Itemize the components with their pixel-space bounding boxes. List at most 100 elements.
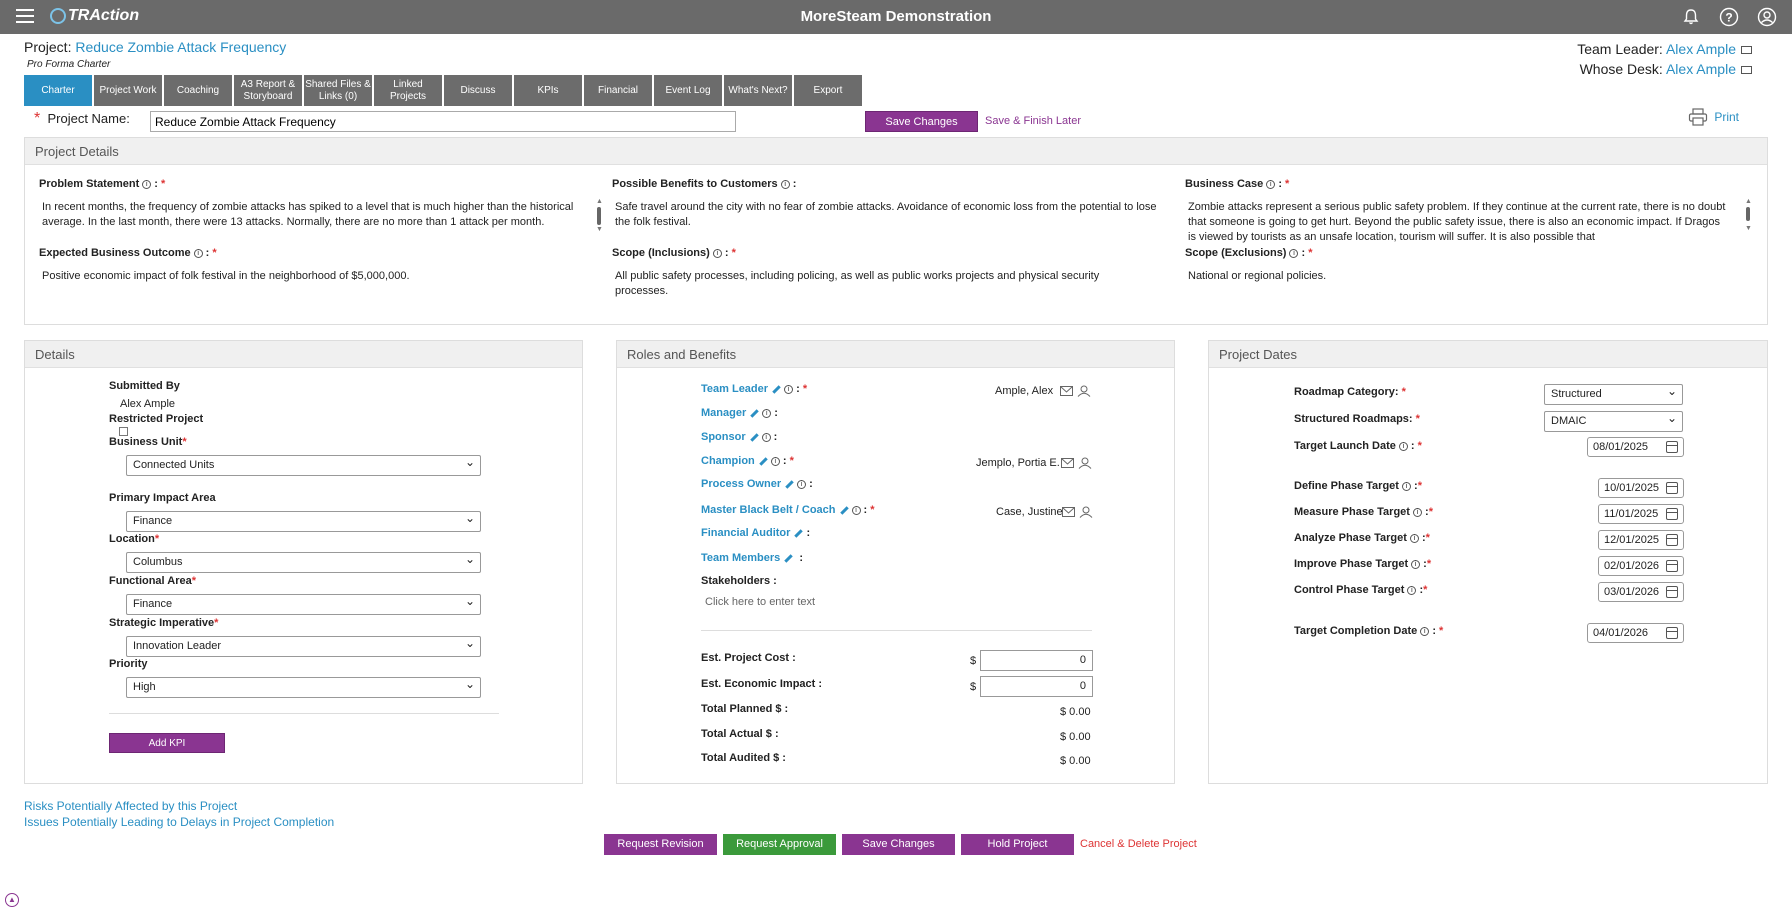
- user-account-icon[interactable]: [1756, 6, 1778, 28]
- structured-roadmaps-select[interactable]: DMAIC: [1544, 411, 1683, 432]
- info-icon[interactable]: i: [1266, 179, 1276, 189]
- pencil-icon[interactable]: [839, 505, 849, 515]
- measure-phase-date[interactable]: 11/01/2025: [1598, 504, 1684, 524]
- priority-select[interactable]: High: [126, 677, 481, 698]
- request-revision-button[interactable]: Request Revision: [604, 834, 717, 855]
- expected-outcome-text[interactable]: Positive economic impact of folk festiva…: [42, 269, 582, 284]
- tab-discuss[interactable]: Discuss: [444, 75, 512, 106]
- calendar-icon[interactable]: [1666, 586, 1678, 598]
- tab-project-work[interactable]: Project Work: [94, 75, 162, 106]
- pencil-icon[interactable]: [750, 408, 759, 418]
- calendar-icon[interactable]: [1666, 508, 1678, 520]
- pencil-icon[interactable]: [759, 456, 768, 466]
- team-members-role[interactable]: Team Members :: [701, 552, 803, 564]
- improve-phase-date[interactable]: 02/01/2026: [1598, 556, 1684, 576]
- info-icon[interactable]: i: [1412, 507, 1422, 517]
- contact-icons[interactable]: [1062, 506, 1094, 518]
- location-select[interactable]: Columbus: [126, 552, 481, 573]
- tab-shared-files[interactable]: Shared Files & Links (0): [304, 75, 372, 106]
- calendar-icon[interactable]: [1666, 627, 1678, 639]
- info-icon[interactable]: i: [1398, 441, 1408, 451]
- info-icon[interactable]: i: [851, 505, 861, 515]
- mbb-coach-role[interactable]: Master Black Belt / Coach i : *: [701, 504, 875, 516]
- tab-export[interactable]: Export: [794, 75, 862, 106]
- calendar-icon[interactable]: [1666, 482, 1678, 494]
- business-case-text[interactable]: Zombie attacks represent a serious publi…: [1188, 200, 1726, 246]
- stakeholders-input[interactable]: Click here to enter text: [705, 595, 815, 610]
- project-name-input[interactable]: [150, 111, 736, 132]
- primary-impact-select[interactable]: Finance: [126, 511, 481, 532]
- calendar-icon[interactable]: [1666, 441, 1678, 453]
- info-icon[interactable]: i: [142, 179, 152, 189]
- info-icon[interactable]: i: [1289, 248, 1299, 258]
- tab-charter[interactable]: Charter: [24, 75, 92, 106]
- strategic-imperative-select[interactable]: Innovation Leader: [126, 636, 481, 657]
- info-icon[interactable]: i: [1420, 626, 1430, 636]
- pencil-icon[interactable]: [772, 384, 781, 394]
- info-icon[interactable]: i: [712, 248, 722, 258]
- scope-inclusions-text[interactable]: All public safety processes, including p…: [615, 269, 1155, 299]
- pencil-icon[interactable]: [784, 553, 794, 563]
- control-phase-date[interactable]: 03/01/2026: [1598, 582, 1684, 602]
- help-icon[interactable]: ?: [1718, 6, 1740, 28]
- info-icon[interactable]: i: [1409, 533, 1419, 543]
- tab-linked-projects[interactable]: Linked Projects: [374, 75, 442, 106]
- info-icon[interactable]: i: [1411, 559, 1421, 569]
- manager-role[interactable]: Manager i :: [701, 407, 778, 419]
- pencil-icon[interactable]: [749, 432, 759, 442]
- info-icon[interactable]: i: [1407, 585, 1417, 595]
- info-icon[interactable]: i: [780, 179, 790, 189]
- restricted-project-checkbox[interactable]: [119, 427, 128, 436]
- define-phase-date[interactable]: 10/01/2025: [1598, 478, 1684, 498]
- info-icon[interactable]: i: [761, 432, 771, 442]
- roadmap-category-select[interactable]: Structured: [1544, 384, 1683, 405]
- project-name-link[interactable]: Reduce Zombie Attack Frequency: [75, 39, 286, 55]
- analyze-phase-date[interactable]: 12/01/2025: [1598, 530, 1684, 550]
- functional-area-select[interactable]: Finance: [126, 594, 481, 615]
- info-icon[interactable]: i: [1401, 481, 1411, 491]
- pencil-icon[interactable]: [794, 528, 804, 538]
- team-leader-role[interactable]: Team Leader i : *: [701, 383, 807, 395]
- info-icon[interactable]: i: [762, 408, 772, 418]
- benefits-text[interactable]: Safe travel around the city with no fear…: [615, 200, 1165, 230]
- process-owner-role[interactable]: Process Owner i :: [701, 478, 813, 490]
- info-icon[interactable]: i: [770, 456, 780, 466]
- info-icon[interactable]: i: [193, 248, 203, 258]
- save-finish-later-link[interactable]: Save & Finish Later: [985, 115, 1081, 127]
- contact-icons[interactable]: [1060, 385, 1092, 397]
- scope-exclusions-text[interactable]: National or regional policies.: [1188, 269, 1728, 284]
- est-cost-input[interactable]: 0: [980, 650, 1093, 671]
- tab-financial[interactable]: Financial: [584, 75, 652, 106]
- envelope-icon[interactable]: [1741, 46, 1752, 55]
- est-impact-input[interactable]: 0: [980, 676, 1093, 697]
- champion-role[interactable]: Champion i : *: [701, 455, 794, 467]
- team-leader-link[interactable]: Alex Ample: [1666, 41, 1736, 57]
- tab-coaching[interactable]: Coaching: [164, 75, 232, 106]
- tab-whats-next[interactable]: What's Next?: [724, 75, 792, 106]
- whose-desk-link[interactable]: Alex Ample: [1666, 61, 1736, 77]
- hold-project-button[interactable]: Hold Project: [961, 834, 1074, 855]
- scrollbar[interactable]: ▲ ▼: [596, 198, 604, 244]
- feedback-icon[interactable]: ▲: [5, 893, 19, 907]
- target-completion-date[interactable]: 04/01/2026: [1587, 623, 1684, 643]
- cancel-delete-link[interactable]: Cancel & Delete Project: [1080, 838, 1197, 850]
- info-icon[interactable]: i: [784, 384, 794, 394]
- tab-a3-report[interactable]: A3 Report & Storyboard: [234, 75, 302, 106]
- target-launch-date[interactable]: 08/01/2025: [1587, 437, 1684, 457]
- contact-icons[interactable]: [1061, 457, 1093, 469]
- bell-icon[interactable]: [1680, 6, 1702, 28]
- save-changes-button[interactable]: Save Changes: [865, 111, 978, 132]
- add-kpi-button[interactable]: Add KPI: [109, 733, 225, 753]
- save-changes-bottom-button[interactable]: Save Changes: [842, 834, 955, 855]
- scrollbar[interactable]: ▲ ▼: [1745, 198, 1753, 244]
- pencil-icon[interactable]: [785, 479, 794, 489]
- request-approval-button[interactable]: Request Approval: [723, 834, 836, 855]
- sponsor-role[interactable]: Sponsor i :: [701, 431, 777, 443]
- calendar-icon[interactable]: [1666, 534, 1678, 546]
- issues-link[interactable]: Issues Potentially Leading to Delays in …: [24, 815, 334, 829]
- business-unit-select[interactable]: Connected Units: [126, 455, 481, 476]
- tab-event-log[interactable]: Event Log: [654, 75, 722, 106]
- tab-kpis[interactable]: KPIs: [514, 75, 582, 106]
- problem-statement-text[interactable]: In recent months, the frequency of zombi…: [42, 200, 582, 246]
- envelope-icon[interactable]: [1741, 66, 1752, 75]
